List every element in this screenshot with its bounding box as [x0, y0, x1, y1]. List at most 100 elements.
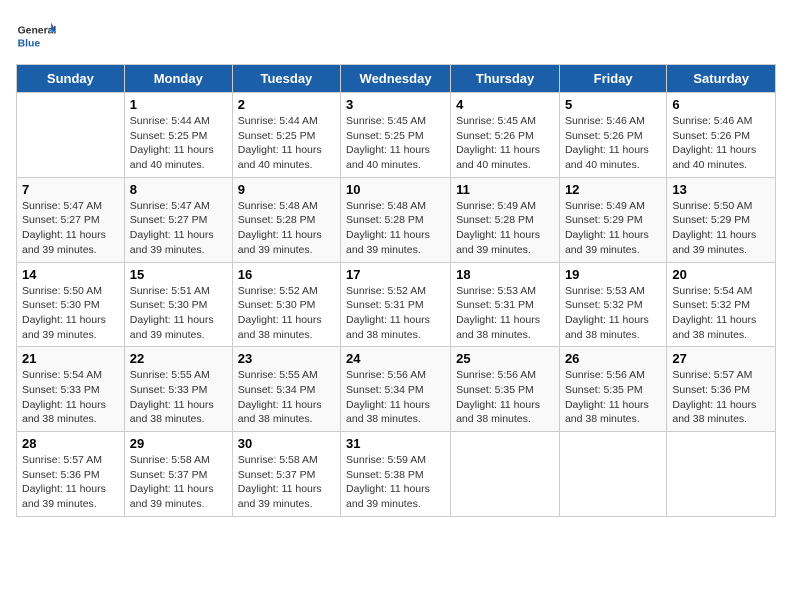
- day-number: 6: [672, 97, 770, 112]
- calendar-cell: 25Sunrise: 5:56 AM Sunset: 5:35 PM Dayli…: [451, 347, 560, 432]
- calendar-cell: 12 Sunrise: 5:49 AM Sunset: 5:29 PM Dayli…: [559, 177, 666, 262]
- calendar-cell: 15Sunrise: 5:51 AM Sunset: 5:30 PM Dayli…: [124, 262, 232, 347]
- calendar-cell: 11Sunrise: 5:49 AM Sunset: 5:28 PM Dayli…: [451, 177, 560, 262]
- cell-info: Sunrise: 5:58 AM Sunset: 5:37 PM Dayligh…: [130, 453, 227, 512]
- cell-info: Sunrise: 5:53 AM Sunset: 5:31 PM Dayligh…: [456, 284, 554, 343]
- cell-info: Sunrise: 5:51 AM Sunset: 5:30 PM Dayligh…: [130, 284, 227, 343]
- day-number: 3: [346, 97, 445, 112]
- calendar-cell: 5 Sunrise: 5:46 AM Sunset: 5:26 PM Daylig…: [559, 93, 666, 178]
- day-number: 20: [672, 267, 770, 282]
- calendar-cell: [17, 93, 125, 178]
- calendar-week-3: 14 Sunrise: 5:50 AM Sunset: 5:30 PM Dayli…: [17, 262, 776, 347]
- calendar-cell: 22 Sunrise: 5:55 AM Sunset: 5:33 PM Dayli…: [124, 347, 232, 432]
- calendar-cell: 1 Sunrise: 5:44 AM Sunset: 5:25 PM Daylig…: [124, 93, 232, 178]
- day-number: 5: [565, 97, 661, 112]
- cell-info: Sunrise: 5:47 AM Sunset: 5:27 PM Dayligh…: [130, 199, 227, 258]
- calendar-body: 1 Sunrise: 5:44 AM Sunset: 5:25 PM Daylig…: [17, 93, 776, 517]
- calendar-cell: 17 Sunrise: 5:52 AM Sunset: 5:31 PM Dayli…: [341, 262, 451, 347]
- calendar-week-1: 1 Sunrise: 5:44 AM Sunset: 5:25 PM Daylig…: [17, 93, 776, 178]
- day-number: 23: [238, 351, 335, 366]
- cell-info: Sunrise: 5:44 AM Sunset: 5:25 PM Dayligh…: [130, 114, 227, 173]
- calendar-cell: 8 Sunrise: 5:47 AM Sunset: 5:27 PM Daylig…: [124, 177, 232, 262]
- calendar-cell: 18 Sunrise: 5:53 AM Sunset: 5:31 PM Dayli…: [451, 262, 560, 347]
- cell-info: Sunrise: 5:52 AM Sunset: 5:30 PM Dayligh…: [238, 284, 335, 343]
- day-number: 24: [346, 351, 445, 366]
- calendar-cell: 4 Sunrise: 5:45 AM Sunset: 5:26 PM Daylig…: [451, 93, 560, 178]
- cell-info: Sunrise: 5:45 AM Sunset: 5:25 PM Dayligh…: [346, 114, 445, 173]
- calendar-cell: 20 Sunrise: 5:54 AM Sunset: 5:32 PM Dayli…: [667, 262, 776, 347]
- calendar-cell: 31 Sunrise: 5:59 AM Sunset: 5:38 PM Dayli…: [341, 432, 451, 517]
- day-number: 16: [238, 267, 335, 282]
- logo: General Blue: [16, 16, 60, 56]
- cell-info: Sunrise: 5:57 AM Sunset: 5:36 PM Dayligh…: [672, 368, 770, 427]
- day-number: 26: [565, 351, 661, 366]
- day-number: 18: [456, 267, 554, 282]
- calendar-cell: [451, 432, 560, 517]
- day-header-tuesday: Tuesday: [232, 65, 340, 93]
- cell-info: Sunrise: 5:59 AM Sunset: 5:38 PM Dayligh…: [346, 453, 445, 512]
- calendar-cell: 27 Sunrise: 5:57 AM Sunset: 5:36 PM Dayli…: [667, 347, 776, 432]
- calendar-cell: [559, 432, 666, 517]
- day-header-saturday: Saturday: [667, 65, 776, 93]
- calendar-cell: 2 Sunrise: 5:44 AM Sunset: 5:25 PM Daylig…: [232, 93, 340, 178]
- calendar-table: SundayMondayTuesdayWednesdayThursdayFrid…: [16, 64, 776, 517]
- day-number: 14: [22, 267, 119, 282]
- day-header-thursday: Thursday: [451, 65, 560, 93]
- calendar-cell: 13 Sunrise: 5:50 AM Sunset: 5:29 PM Dayli…: [667, 177, 776, 262]
- cell-info: Sunrise: 5:55 AM Sunset: 5:33 PM Dayligh…: [130, 368, 227, 427]
- day-number: 22: [130, 351, 227, 366]
- cell-info: Sunrise: 5:52 AM Sunset: 5:31 PM Dayligh…: [346, 284, 445, 343]
- cell-info: Sunrise: 5:54 AM Sunset: 5:32 PM Dayligh…: [672, 284, 770, 343]
- day-number: 4: [456, 97, 554, 112]
- day-number: 2: [238, 97, 335, 112]
- cell-info: Sunrise: 5:47 AM Sunset: 5:27 PM Dayligh…: [22, 199, 119, 258]
- cell-info: Sunrise: 5:54 AM Sunset: 5:33 PM Dayligh…: [22, 368, 119, 427]
- day-number: 30: [238, 436, 335, 451]
- day-number: 7: [22, 182, 119, 197]
- calendar-week-5: 28 Sunrise: 5:57 AM Sunset: 5:36 PM Dayli…: [17, 432, 776, 517]
- day-header-friday: Friday: [559, 65, 666, 93]
- calendar-cell: 28 Sunrise: 5:57 AM Sunset: 5:36 PM Dayli…: [17, 432, 125, 517]
- day-number: 12: [565, 182, 661, 197]
- calendar-cell: 9 Sunrise: 5:48 AM Sunset: 5:28 PM Daylig…: [232, 177, 340, 262]
- cell-info: Sunrise: 5:46 AM Sunset: 5:26 PM Dayligh…: [565, 114, 661, 173]
- calendar-cell: 29Sunrise: 5:58 AM Sunset: 5:37 PM Dayli…: [124, 432, 232, 517]
- day-number: 9: [238, 182, 335, 197]
- day-number: 28: [22, 436, 119, 451]
- calendar-cell: [667, 432, 776, 517]
- cell-info: Sunrise: 5:57 AM Sunset: 5:36 PM Dayligh…: [22, 453, 119, 512]
- calendar-week-4: 21 Sunrise: 5:54 AM Sunset: 5:33 PM Dayli…: [17, 347, 776, 432]
- cell-info: Sunrise: 5:44 AM Sunset: 5:25 PM Dayligh…: [238, 114, 335, 173]
- cell-info: Sunrise: 5:56 AM Sunset: 5:35 PM Dayligh…: [565, 368, 661, 427]
- cell-info: Sunrise: 5:56 AM Sunset: 5:35 PM Dayligh…: [456, 368, 554, 427]
- days-header-row: SundayMondayTuesdayWednesdayThursdayFrid…: [17, 65, 776, 93]
- day-number: 1: [130, 97, 227, 112]
- day-number: 27: [672, 351, 770, 366]
- svg-text:Blue: Blue: [18, 38, 41, 49]
- svg-text:General: General: [18, 26, 56, 37]
- day-number: 21: [22, 351, 119, 366]
- cell-info: Sunrise: 5:48 AM Sunset: 5:28 PM Dayligh…: [238, 199, 335, 258]
- day-number: 31: [346, 436, 445, 451]
- day-number: 8: [130, 182, 227, 197]
- day-header-monday: Monday: [124, 65, 232, 93]
- calendar-cell: 6Sunrise: 5:46 AM Sunset: 5:26 PM Daylig…: [667, 93, 776, 178]
- cell-info: Sunrise: 5:49 AM Sunset: 5:29 PM Dayligh…: [565, 199, 661, 258]
- day-number: 13: [672, 182, 770, 197]
- calendar-cell: 30 Sunrise: 5:58 AM Sunset: 5:37 PM Dayli…: [232, 432, 340, 517]
- cell-info: Sunrise: 5:50 AM Sunset: 5:29 PM Dayligh…: [672, 199, 770, 258]
- cell-info: Sunrise: 5:58 AM Sunset: 5:37 PM Dayligh…: [238, 453, 335, 512]
- cell-info: Sunrise: 5:50 AM Sunset: 5:30 PM Dayligh…: [22, 284, 119, 343]
- cell-info: Sunrise: 5:45 AM Sunset: 5:26 PM Dayligh…: [456, 114, 554, 173]
- day-number: 19: [565, 267, 661, 282]
- calendar-cell: 19 Sunrise: 5:53 AM Sunset: 5:32 PM Dayli…: [559, 262, 666, 347]
- calendar-cell: 3 Sunrise: 5:45 AM Sunset: 5:25 PM Daylig…: [341, 93, 451, 178]
- cell-info: Sunrise: 5:56 AM Sunset: 5:34 PM Dayligh…: [346, 368, 445, 427]
- calendar-cell: 10Sunrise: 5:48 AM Sunset: 5:28 PM Dayli…: [341, 177, 451, 262]
- calendar-cell: 24 Sunrise: 5:56 AM Sunset: 5:34 PM Dayli…: [341, 347, 451, 432]
- day-number: 17: [346, 267, 445, 282]
- cell-info: Sunrise: 5:53 AM Sunset: 5:32 PM Dayligh…: [565, 284, 661, 343]
- day-header-sunday: Sunday: [17, 65, 125, 93]
- cell-info: Sunrise: 5:55 AM Sunset: 5:34 PM Dayligh…: [238, 368, 335, 427]
- calendar-week-2: 7 Sunrise: 5:47 AM Sunset: 5:27 PM Daylig…: [17, 177, 776, 262]
